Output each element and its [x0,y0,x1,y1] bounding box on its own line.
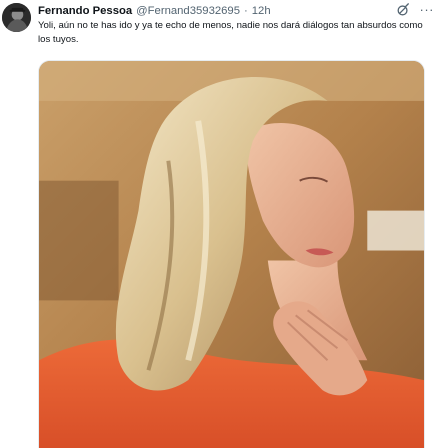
author-handle[interactable]: @Fernand35932695 [136,3,240,19]
avatar-photo-icon [2,3,31,32]
media-photo [39,61,424,448]
tweet-media[interactable] [38,60,425,448]
tweet-actions: ··· [396,2,435,18]
avatar[interactable] [2,3,31,32]
tweet[interactable]: Fernando Pessoa @Fernand35932695 · 12h ·… [0,0,444,448]
timestamp[interactable]: 12h [252,3,271,19]
separator-dot: · [243,5,248,17]
more-icon[interactable]: ··· [420,3,435,17]
tweet-header: Fernando Pessoa @Fernand35932695 · 12h [38,3,438,19]
tweet-text: Yoli, aún no te has ido y ya te echo de … [38,20,423,45]
author-name[interactable]: Fernando Pessoa [38,3,132,19]
grok-icon[interactable] [396,3,410,17]
